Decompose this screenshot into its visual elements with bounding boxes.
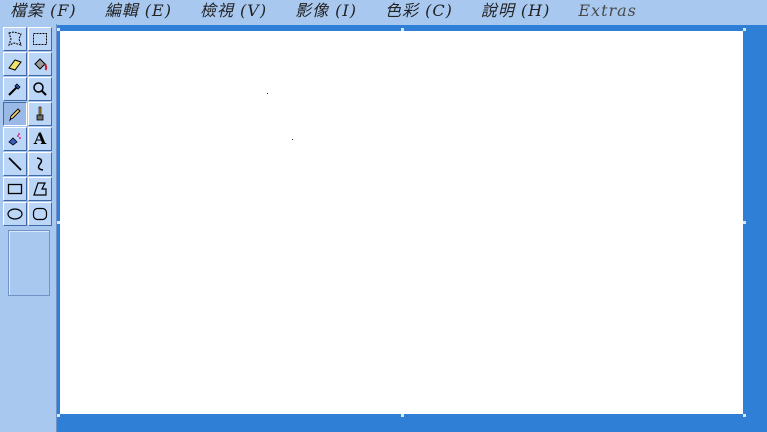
menu-file[interactable]: 檔案 (F) [10,0,77,22]
canvas-top-right-handle [743,28,746,31]
polygon-tool[interactable] [28,177,52,201]
canvas-bottom-left-handle [57,414,60,417]
fill-bucket-tool[interactable] [28,52,52,76]
eraser-tool[interactable] [3,52,27,76]
brush-tool[interactable] [28,102,52,126]
menu-edit[interactable]: 編輯 (E) [105,0,172,22]
ellipse-tool[interactable] [3,202,27,226]
airbrush-tool[interactable] [3,127,27,151]
text-icon: A [33,129,47,148]
drawn-pixel [267,93,268,94]
rectangle-icon [7,183,23,195]
pencil-icon [9,108,21,122]
menu-extras[interactable]: Extras [578,0,637,22]
canvas-workspace [57,25,767,432]
resize-handle-right[interactable] [743,221,746,224]
canvas-left-handle [57,221,60,224]
magnifier-tool[interactable] [28,77,52,101]
color-picker-icon [8,83,21,96]
menu-colors[interactable]: 色彩 (C) [385,0,453,22]
paint-window: 檔案 (F) 編輯 (E) 檢視 (V) 影像 (I) 色彩 (C) 說明 (H… [0,0,767,432]
airbrush-icon [8,133,21,146]
drawing-canvas[interactable] [60,31,743,414]
curve-tool[interactable] [28,152,52,176]
curve-icon [36,157,44,171]
menu-view[interactable]: 檢視 (V) [200,0,267,22]
resize-handle-bottom[interactable] [401,414,404,417]
rounded-rectangle-tool[interactable] [28,202,52,226]
magnifier-icon [33,82,47,96]
menu-help[interactable]: 說明 (H) [481,0,551,22]
menu-image[interactable]: 影像 (I) [295,0,357,22]
tool-box: A [0,24,57,432]
rectangle-tool[interactable] [3,177,27,201]
resize-handle-corner[interactable] [743,414,746,417]
tool-grid: A [3,27,52,227]
free-form-select-icon [8,31,22,46]
pencil-tool[interactable] [3,102,27,126]
line-tool[interactable] [3,152,27,176]
drawn-pixel [292,139,293,140]
rounded-rectangle-icon [32,207,48,221]
tool-options-panel[interactable] [8,230,50,296]
canvas-corner-handle [57,28,60,31]
color-picker-tool[interactable] [3,77,27,101]
select-icon [33,33,47,45]
brush-icon [36,106,44,121]
canvas-top-handle [401,28,404,31]
line-icon [8,157,22,171]
ellipse-icon [7,208,23,220]
select-tool[interactable] [28,27,52,51]
fill-bucket-icon [34,58,48,71]
polygon-icon [33,182,47,196]
free-form-select-tool[interactable] [3,27,27,51]
menu-bar: 檔案 (F) 編輯 (E) 檢視 (V) 影像 (I) 色彩 (C) 說明 (H… [0,0,767,22]
text-tool[interactable]: A [28,127,52,151]
eraser-icon [8,59,22,71]
